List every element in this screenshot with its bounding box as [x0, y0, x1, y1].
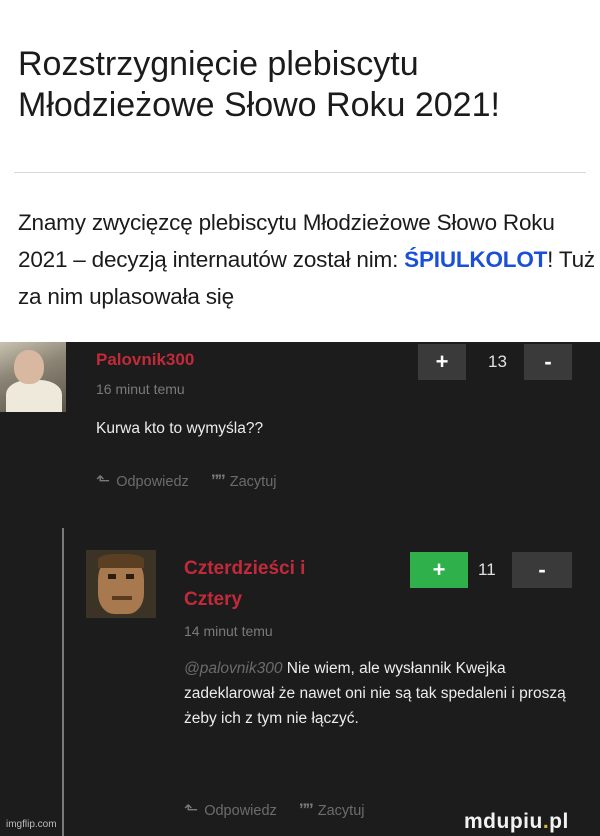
comment-actions: ⬑ Odpowiedz ”” Zacytuj	[96, 471, 277, 491]
upvote-button[interactable]: +	[410, 552, 468, 588]
reply-arrow-icon[interactable]: ⬑	[96, 471, 110, 490]
mention-link[interactable]: @palovnik300	[184, 660, 282, 677]
downvote-button[interactable]: -	[512, 552, 572, 588]
divider	[14, 172, 586, 173]
thread-line	[62, 528, 64, 836]
article-title: Rozstrzygnięcie plebiscytu Młodzieżowe S…	[18, 44, 588, 126]
reply-arrow-icon[interactable]: ⬑	[184, 800, 198, 819]
comment-timestamp: 16 minut temu	[96, 381, 185, 397]
article-body: Znamy zwycięzcę plebiscytu Młodzieżowe S…	[18, 204, 596, 315]
reply-button[interactable]: Odpowiedz	[116, 474, 189, 490]
username-line-2[interactable]: Cztery	[184, 589, 242, 610]
quote-button[interactable]: Zacytuj	[318, 803, 365, 819]
comment-actions: ⬑ Odpowiedz ”” Zacytuj	[184, 800, 365, 820]
vote-score: 11	[478, 560, 496, 579]
quote-icon[interactable]: ””	[211, 471, 226, 490]
username-line-1[interactable]: Czterdzieści i	[184, 558, 305, 579]
title-line-2: Młodzieżowe Słowo Roku 2021!	[18, 86, 500, 124]
vote-score: 13	[488, 352, 507, 371]
title-line-1: Rozstrzygnięcie plebiscytu	[18, 45, 419, 83]
upvote-button[interactable]: +	[418, 344, 466, 380]
winning-word-link[interactable]: ŚPIULKOLOT	[404, 247, 547, 272]
watermark-main: mdupiu	[464, 810, 543, 833]
reply-button[interactable]: Odpowiedz	[204, 803, 277, 819]
comment-username[interactable]: Palovnik300	[96, 350, 194, 370]
watermark-tail: pl	[549, 810, 569, 833]
quote-icon[interactable]: ””	[299, 800, 314, 819]
avatar[interactable]	[86, 550, 156, 618]
comment-text: Kurwa kto to wymyśla??	[96, 420, 264, 437]
avatar[interactable]	[0, 342, 66, 412]
article-section: Rozstrzygnięcie plebiscytu Młodzieżowe S…	[0, 0, 600, 342]
comment-username[interactable]: Czterdzieści i Cztery	[184, 553, 364, 615]
downvote-button[interactable]: -	[524, 344, 572, 380]
site-watermark: mdupiu.pl	[464, 810, 569, 834]
imgflip-watermark: imgflip.com	[6, 819, 57, 830]
quote-button[interactable]: Zacytuj	[230, 474, 277, 490]
comment-text: @palovnik300 Nie wiem, ale wysłannik Kwe…	[184, 656, 584, 731]
comment-timestamp: 14 minut temu	[184, 623, 273, 639]
